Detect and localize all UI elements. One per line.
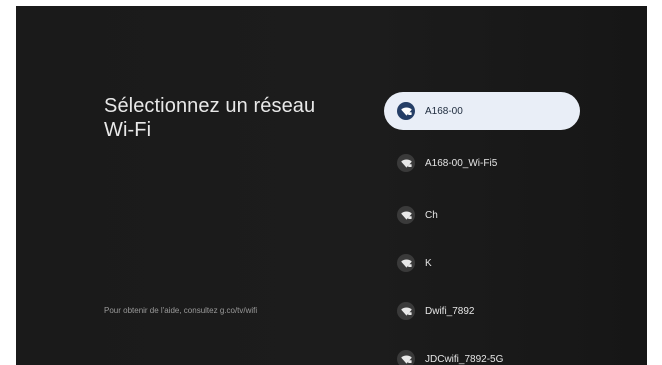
network-name: A168-00 (425, 105, 463, 117)
network-item-ch[interactable]: Ch (384, 196, 580, 234)
network-name: Ch (425, 209, 438, 221)
page-title: Sélectionnez un réseau Wi-Fi (104, 94, 364, 142)
help-text: Pour obtenir de l'aide, consultez g.co/t… (104, 306, 258, 315)
network-item-a168-00-wi-fi5[interactable]: A168-00_Wi-Fi5 (384, 144, 580, 182)
network-name: JDCwifi_7892-5G (425, 353, 504, 365)
wifi-lock-icon (397, 102, 415, 120)
network-name: K (425, 257, 432, 269)
page-title-line-2: Wi-Fi (104, 119, 152, 141)
wifi-lock-icon (397, 154, 415, 172)
network-item-k[interactable]: K (384, 244, 580, 282)
wifi-lock-icon (397, 254, 415, 272)
wifi-lock-icon (397, 350, 415, 365)
tv-screen: Sélectionnez un réseau Wi-Fi Pour obteni… (16, 6, 647, 365)
network-item-dwifi-7892[interactable]: Dwifi_7892 (384, 292, 580, 330)
wifi-lock-icon (397, 206, 415, 224)
network-item-a168-00[interactable]: A168-00 (384, 92, 580, 130)
wifi-lock-icon (397, 302, 415, 320)
page-title-line-1: Sélectionnez un réseau (104, 95, 316, 117)
network-item-jdcwifi-7892-5g[interactable]: JDCwifi_7892-5G (384, 340, 580, 365)
network-name: A168-00_Wi-Fi5 (425, 157, 498, 169)
network-name: Dwifi_7892 (425, 305, 475, 317)
